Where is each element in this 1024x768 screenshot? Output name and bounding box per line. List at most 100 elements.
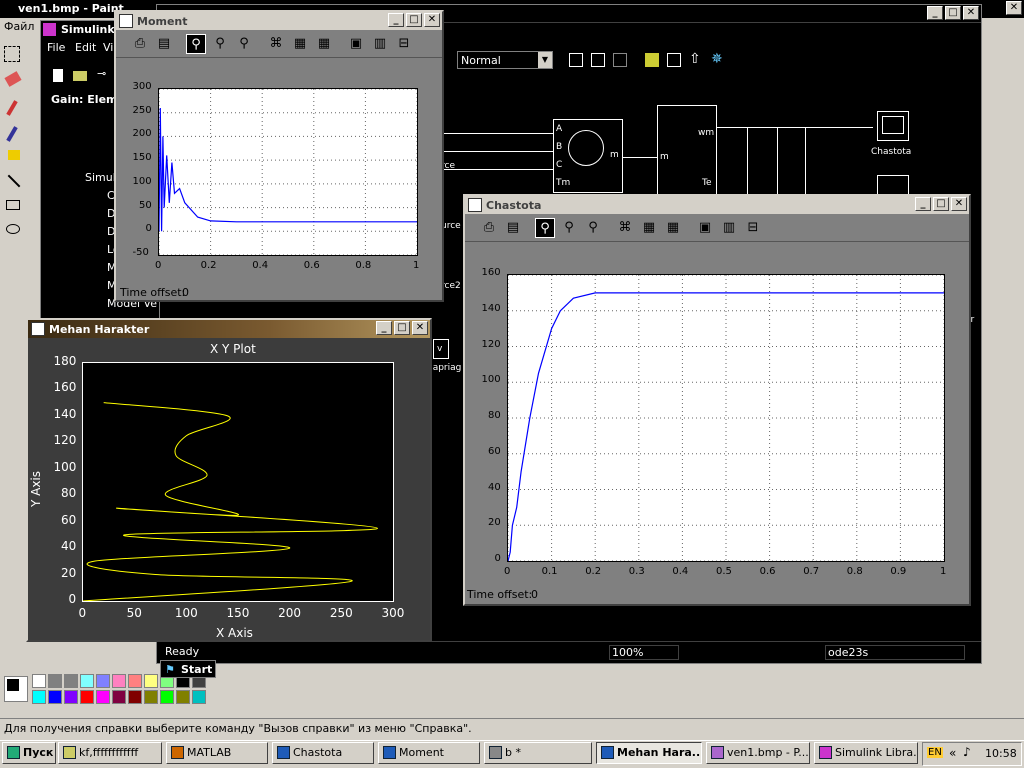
palette-swatch[interactable] (144, 674, 158, 688)
lock-axes-icon[interactable]: ▥ (370, 34, 390, 54)
pencil-tool-icon[interactable] (6, 126, 18, 142)
pin-icon[interactable]: ⊸ (97, 67, 106, 80)
floating-scope-icon[interactable]: ▣ (695, 218, 715, 238)
xy-close-button[interactable]: ✕ (412, 321, 428, 335)
palette-swatch[interactable] (96, 690, 110, 704)
start-popup-button[interactable]: ⚑ Start (160, 660, 216, 678)
tray-arrows-icon[interactable]: « (949, 746, 956, 760)
start-popup-label: Start (181, 663, 213, 676)
new-file-icon[interactable] (53, 69, 63, 82)
chastota-close-button[interactable]: ✕ (951, 197, 967, 211)
speaker-icon[interactable]: ♪ (963, 745, 971, 759)
palette-swatch[interactable] (64, 690, 78, 704)
task-kf[interactable]: kf,ffffffffffff (58, 742, 162, 764)
palette-swatch[interactable] (112, 674, 126, 688)
simlib-menu-view[interactable]: Vi (103, 41, 113, 54)
print-icon[interactable]: ⎙ (479, 218, 499, 238)
moment-max-button[interactable]: □ (406, 13, 422, 27)
zoom-x-icon[interactable]: ⚲ (559, 218, 579, 238)
demux-block[interactable]: m wm Te (657, 105, 717, 197)
lock-axes-icon[interactable]: ▥ (719, 218, 739, 238)
start-button[interactable]: Пуск (2, 742, 56, 764)
debugger-icon[interactable]: ✵ (711, 51, 723, 67)
task-b[interactable]: b * (484, 742, 592, 764)
simlib-menu-edit[interactable]: Edit (75, 41, 96, 54)
palette-swatch[interactable] (160, 690, 174, 704)
palette-swatch[interactable] (32, 674, 46, 688)
task-mehan[interactable]: Mehan Hara... (596, 742, 702, 764)
signal-select-icon[interactable]: ⊟ (394, 34, 414, 54)
palette-swatch[interactable] (112, 690, 126, 704)
debug-icon[interactable] (613, 53, 627, 67)
source-block-a[interactable]: A B C Tm m (553, 119, 623, 193)
task-moment[interactable]: Moment (378, 742, 480, 764)
palette-swatch[interactable] (128, 690, 142, 704)
y-tick-label: -50 (132, 247, 149, 258)
palette-swatch[interactable] (48, 690, 62, 704)
zoom-icon[interactable]: ⚲ (535, 218, 555, 238)
moment-close-button[interactable]: ✕ (424, 13, 440, 27)
y-tick-label: 0 (68, 592, 77, 606)
sim-mode-select[interactable]: Normal ▼ (457, 51, 553, 69)
model-max-button[interactable]: □ (945, 6, 961, 20)
floating-scope-icon[interactable]: ▣ (346, 34, 366, 54)
palette-swatch[interactable] (80, 674, 94, 688)
moment-min-button[interactable]: _ (388, 13, 404, 27)
autoscale-icon[interactable]: ⌘ (266, 34, 286, 54)
chastota-max-button[interactable]: □ (933, 197, 949, 211)
zoom-y-icon[interactable]: ⚲ (234, 34, 254, 54)
params-icon[interactable]: ▤ (154, 34, 174, 54)
restore-axes-icon[interactable]: ▦ (314, 34, 334, 54)
autoscale-icon[interactable]: ⌘ (615, 218, 635, 238)
params-icon[interactable]: ▤ (503, 218, 523, 238)
palette-swatch[interactable] (144, 690, 158, 704)
library-icon[interactable] (569, 53, 583, 67)
restore-axes-icon[interactable]: ▦ (663, 218, 683, 238)
palette-swatch[interactable] (48, 674, 62, 688)
save-axes-icon[interactable]: ▦ (639, 218, 659, 238)
rect-tool-icon[interactable] (6, 200, 20, 210)
model-min-button[interactable]: _ (927, 6, 943, 20)
open-folder-icon[interactable] (73, 71, 87, 81)
line-tool-icon[interactable] (7, 174, 21, 188)
task-simlib[interactable]: Simulink Libra... (814, 742, 918, 764)
chastota-scope-block[interactable] (877, 111, 909, 141)
signal-select-icon[interactable]: ⊟ (743, 218, 763, 238)
explorer-icon[interactable] (667, 53, 681, 67)
simlib-menu-file[interactable]: File (47, 41, 65, 54)
xy-max-button[interactable]: □ (394, 321, 410, 335)
xy-plot-area (82, 362, 394, 602)
build-icon[interactable] (591, 53, 605, 67)
palette-swatch[interactable] (176, 690, 190, 704)
palette-swatch[interactable] (128, 674, 142, 688)
ellipse-tool-icon[interactable] (6, 224, 20, 234)
print-icon[interactable]: ⎙ (130, 34, 150, 54)
lang-indicator[interactable]: EN (927, 747, 943, 758)
chastota-min-button[interactable]: _ (915, 197, 931, 211)
palette-swatch[interactable] (80, 690, 94, 704)
model-close-button[interactable]: ✕ (963, 6, 979, 20)
model-browser-icon[interactable] (645, 53, 659, 67)
picker-tool-icon[interactable] (6, 100, 18, 116)
zoom-y-icon[interactable]: ⚲ (583, 218, 603, 238)
x-tick-label: 300 (381, 606, 405, 620)
eraser-tool-icon[interactable] (4, 71, 22, 87)
select-tool-icon[interactable] (4, 46, 20, 62)
paint-close-button[interactable]: ✕ (1006, 1, 1022, 15)
task-matlab[interactable]: MATLAB (166, 742, 268, 764)
zoom-icon[interactable]: ⚲ (186, 34, 206, 54)
paint-menu-file[interactable]: Файл (4, 20, 34, 33)
palette-swatch[interactable] (96, 674, 110, 688)
voltage-block[interactable]: v (433, 339, 449, 359)
palette-swatch[interactable] (32, 690, 46, 704)
brush-tool-icon[interactable] (8, 150, 20, 160)
palette-swatch[interactable] (192, 690, 206, 704)
up-arrow-icon[interactable]: ⇧ (689, 51, 701, 67)
task-paint[interactable]: ven1.bmp - P... (706, 742, 810, 764)
zoom-x-icon[interactable]: ⚲ (210, 34, 230, 54)
xy-title: Mehan Harakter (49, 322, 150, 336)
save-axes-icon[interactable]: ▦ (290, 34, 310, 54)
xy-min-button[interactable]: _ (376, 321, 392, 335)
palette-swatch[interactable] (64, 674, 78, 688)
task-chastota[interactable]: Chastota (272, 742, 374, 764)
